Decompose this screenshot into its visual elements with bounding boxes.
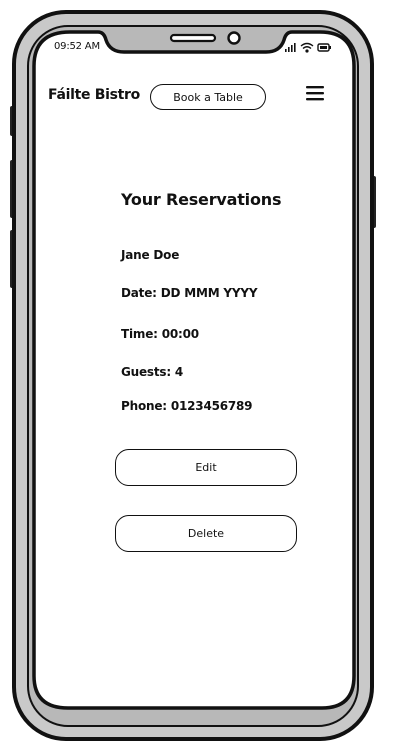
camera-icon	[227, 31, 241, 45]
reservation-guests: Guests: 4	[121, 365, 184, 379]
edit-button[interactable]: Edit	[115, 449, 297, 486]
delete-button[interactable]: Delete	[115, 515, 297, 552]
screen	[32, 30, 356, 710]
brand-logo-text: Fáilte Bistro	[48, 87, 140, 103]
reservation-name: Jane Doe	[121, 248, 180, 262]
status-time: 09:52 AM	[54, 41, 100, 52]
status-icons	[285, 42, 331, 53]
book-table-button[interactable]: Book a Table	[150, 84, 266, 110]
phone-frame	[10, 10, 376, 741]
reservation-date: Date: DD MMM YYYY	[121, 286, 258, 300]
menu-icon[interactable]	[305, 84, 325, 102]
wifi-icon	[300, 42, 314, 53]
reservation-phone: Phone: 0123456789	[121, 399, 253, 413]
speaker-icon	[169, 33, 217, 43]
signal-icon	[285, 43, 296, 52]
battery-icon	[317, 43, 331, 52]
reservation-time: Time: 00:00	[121, 327, 199, 341]
page-title: Your Reservations	[121, 190, 282, 209]
